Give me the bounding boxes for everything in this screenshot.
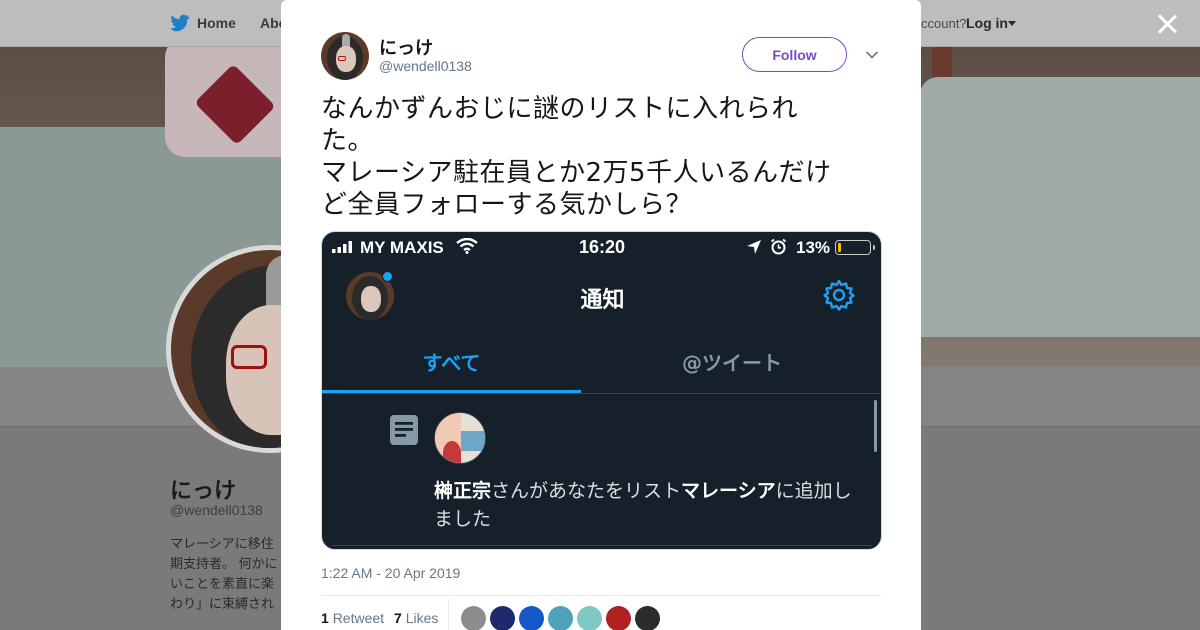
author-handle[interactable]: @wendell0138 [379,58,472,74]
tab-all: すべて [422,351,481,375]
liker-avatar[interactable] [635,606,660,630]
follow-button[interactable]: Follow [742,37,847,72]
retweet-count: 1 [321,610,329,626]
tweet-timestamp[interactable]: 1:22 AM - 20 Apr 2019 [321,565,460,581]
close-icon[interactable] [1155,12,1179,36]
profile-name: にっけ [170,478,237,503]
notifications-title: 通知 [580,288,625,313]
liker-avatar[interactable] [606,606,631,630]
liker-avatar[interactable] [548,606,573,630]
caret-down-icon[interactable] [1008,21,1016,26]
unread-dot [382,271,393,282]
scroll-indicator [874,400,877,452]
liker-avatar[interactable] [461,606,486,630]
likes-label: Likes [405,610,439,626]
battery-level-fill [837,242,842,252]
twitter-bird-icon[interactable] [170,14,190,32]
location-arrow-icon [747,240,761,254]
author-avatar[interactable] [321,32,369,80]
liker-avatar[interactable] [519,606,544,630]
list-divider [332,545,872,546]
notification-list-name: マレーシア [681,480,776,502]
account-prompt: ccount? [921,16,967,31]
tab-divider [322,393,881,394]
tab-mentions: @ツイート [682,351,782,375]
retweet-label: Retweet [332,610,385,626]
notification-mid: さんがあなたをリスト [491,480,682,502]
liker-avatar[interactable] [577,606,602,630]
signal-icon [332,241,352,253]
carrier-label: MY MAXIS [360,238,444,257]
tweet-text: なんかずんおじに謎のリストに入れられ た。 マレーシア駐在員とか2万5千人いるん… [321,94,832,220]
tweet-image[interactable]: MY MAXIS 16:20 13% 通知 すべて @ツイート 榊正宗さんがあな… [321,231,882,550]
liker-avatar[interactable] [490,606,515,630]
login-link[interactable]: Log in [966,15,1008,31]
stats-vertical-divider [448,598,449,630]
likes-count: 7 [394,610,402,626]
likes-stat[interactable]: 7 Likes [394,610,438,626]
profile-bio: マレーシアに移住 期支持者。 何かに いことを素直に楽 わり」に束縛され [170,536,278,611]
liker-avatars [461,606,660,630]
author-name[interactable]: にっけ [379,34,433,60]
retweet-stat[interactable]: 1 Retweet [321,610,384,626]
battery-percent: 13% [796,238,831,257]
wifi-icon [456,238,478,254]
notification-text: 榊正宗さんがあなたをリストマレーシアに追加しました [434,477,864,533]
battery-icon [835,240,875,255]
alarm-icon [770,238,787,255]
chevron-down-icon[interactable] [865,48,879,62]
tweet-modal: にっけ @wendell0138 Follow なんかずんおじに謎のリストに入れ… [281,0,921,630]
notifier-avatar [434,412,486,464]
nav-home-link[interactable]: Home [197,15,236,31]
profile-handle: @wendell0138 [170,502,263,518]
banner-bed-right [920,77,1200,337]
list-icon [390,415,418,445]
notification-user: 榊正宗 [434,480,492,502]
gear-icon [823,279,855,311]
clock-label: 16:20 [579,237,626,257]
stats-divider [321,595,881,596]
